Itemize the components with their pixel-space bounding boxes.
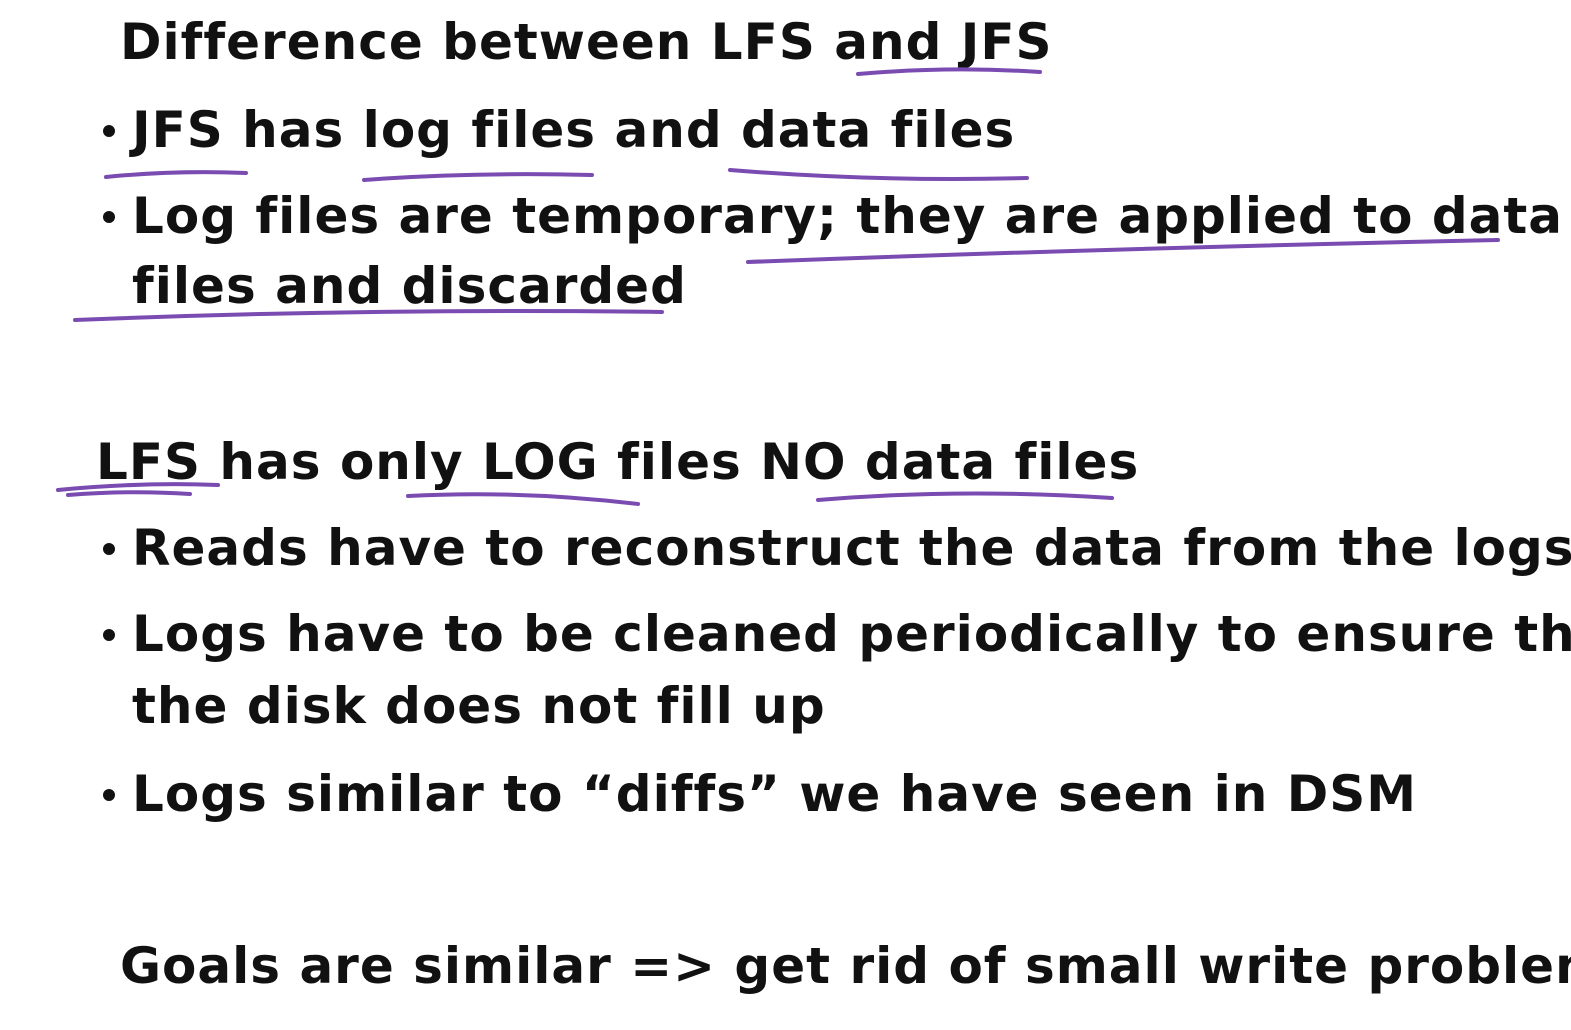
section2-bullet-3: Logs similar to “diffs” we have seen in … — [132, 765, 1417, 823]
section1-bullet-2-continuation: files and discarded — [132, 257, 687, 315]
section2-bullet-2: Logs have to be cleaned periodically to … — [132, 605, 1571, 663]
bullet-marker — [103, 543, 115, 555]
section2-bullet-1: Reads have to reconstruct the data from … — [132, 519, 1571, 577]
section1-heading: Difference between LFS and JFS — [120, 13, 1053, 71]
section1-bullet-2: Log files are temporary; they are applie… — [132, 187, 1564, 245]
bullet-marker — [103, 629, 115, 641]
section2-bullet-2-continuation: the disk does not fill up — [132, 677, 826, 735]
underline-data-files-2 — [816, 491, 1114, 502]
bullet-marker — [103, 125, 115, 137]
underline-log — [362, 172, 594, 182]
section1-bullet-1: JFS has log files and data files — [132, 101, 1016, 159]
underline-data-files — [728, 168, 1029, 181]
goals-statement: Goals are similar => get rid of small wr… — [120, 937, 1571, 995]
underline-only-log — [406, 492, 640, 506]
bullet-marker — [103, 789, 115, 801]
bullet-marker — [103, 211, 115, 223]
section2-heading: LFS has only LOG files NO data files — [96, 433, 1140, 491]
underline-jfs — [104, 170, 248, 179]
underline-lfs-2 — [66, 490, 192, 497]
